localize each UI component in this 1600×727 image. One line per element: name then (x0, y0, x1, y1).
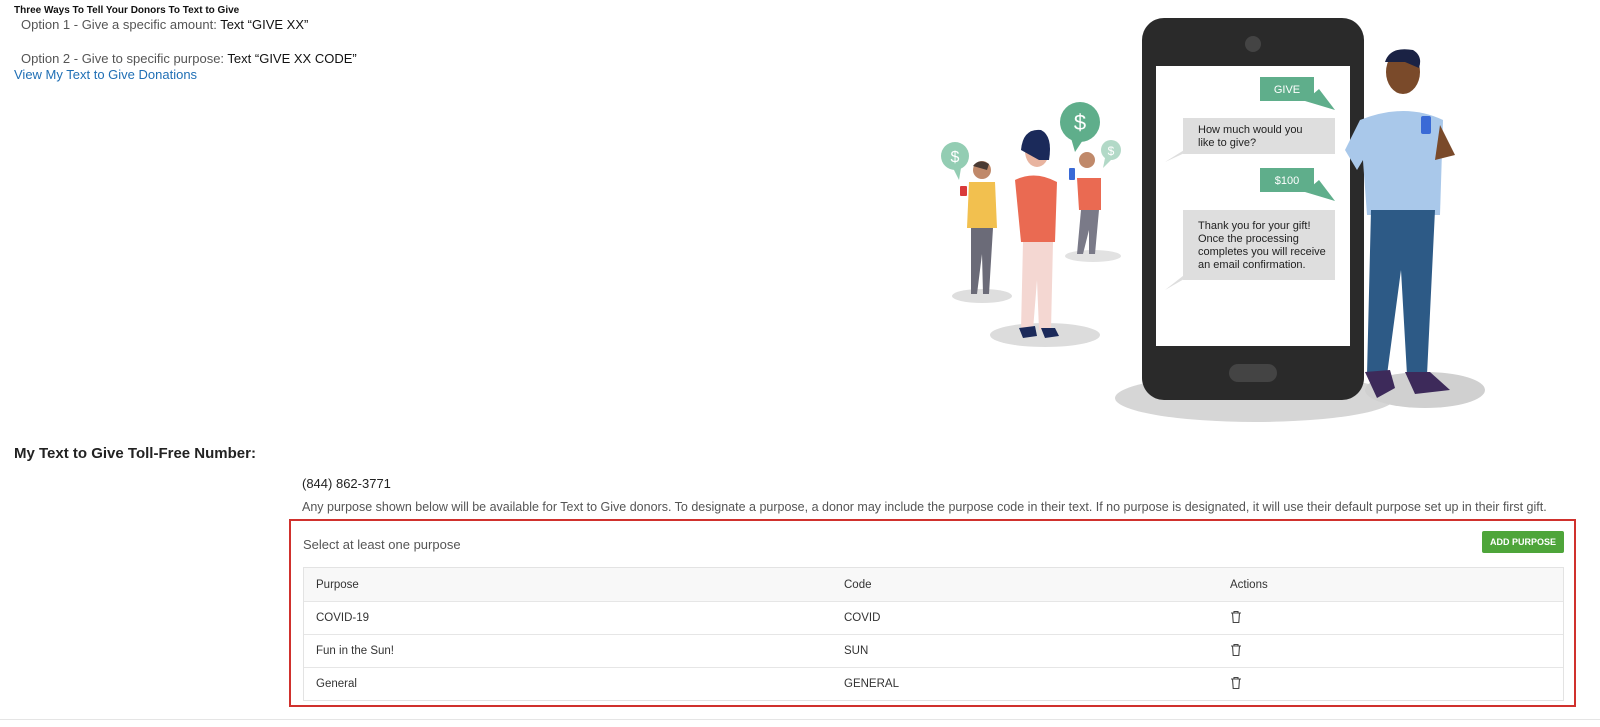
bubble-question-line2: like to give? (1198, 137, 1256, 149)
bubble-thanks-line2: Once the processing (1198, 233, 1299, 245)
table-row: General GENERAL (304, 667, 1563, 700)
table-row: COVID-19 COVID (304, 601, 1563, 634)
table-header-row: Purpose Code Actions (304, 568, 1563, 601)
text-to-give-illustration: GIVE How much would you like to give? $1… (941, 18, 1485, 422)
bubble-question-line1: How much would you (1198, 124, 1303, 136)
bubble-amount-text: $100 (1275, 175, 1299, 187)
purpose-table: Purpose Code Actions COVID-19 COVID Fun … (303, 567, 1564, 701)
row-code: GENERAL (844, 678, 899, 690)
right-person-figure (1077, 152, 1101, 254)
row-code: COVID (844, 612, 881, 624)
option-2-keyword: Text “GIVE XX CODE” (227, 51, 357, 66)
row-actions (1230, 610, 1563, 627)
phone-home-button (1229, 364, 1277, 382)
header-purpose: Purpose (316, 578, 359, 591)
tollfree-number: (844) 862-3771 (302, 476, 391, 491)
bottom-divider (0, 719, 1600, 720)
purpose-panel: Select at least one purpose ADD PURPOSE … (289, 519, 1576, 707)
option-1-prefix: Option 1 - Give a specific amount: (21, 17, 221, 32)
table-row: Fun in the Sun! SUN (304, 634, 1563, 667)
option-1-keyword: Text “GIVE XX” (220, 17, 309, 32)
option-2-text: Option 2 - Give to specific purpose: Tex… (21, 51, 357, 66)
intro-title: Three Ways To Tell Your Donors To Text t… (14, 5, 240, 16)
option-2-prefix: Option 2 - Give to specific purpose: (21, 51, 228, 66)
dollar-icon: $ (1060, 102, 1100, 152)
row-purpose: COVID-19 (316, 612, 370, 624)
bubble-thanks-line1: Thank you for your gift! (1198, 220, 1311, 232)
row-code: SUN (844, 645, 869, 657)
left-person-figure (960, 161, 997, 294)
trash-icon[interactable] (1230, 676, 1242, 690)
trash-icon[interactable] (1230, 643, 1242, 657)
svg-text:$: $ (1108, 144, 1115, 158)
row-actions (1230, 676, 1563, 693)
trash-icon[interactable] (1230, 610, 1242, 624)
row-purpose: General (316, 678, 357, 690)
phone-screen (1156, 66, 1350, 346)
row-actions (1230, 643, 1563, 660)
tollfree-label: My Text to Give Toll-Free Number: (14, 445, 256, 462)
dollar-icon-small-right: $ (1101, 140, 1121, 168)
shadow-left-person (952, 289, 1012, 303)
select-purpose-label: Select at least one purpose (303, 537, 461, 552)
bubble-give-text: GIVE (1274, 84, 1300, 96)
phone-camera (1245, 36, 1261, 52)
header-code: Code (844, 578, 872, 591)
bubble-thanks-line4: an email confirmation. (1198, 259, 1306, 271)
svg-text:$: $ (1074, 110, 1086, 135)
dollar-icon-small-left: $ (941, 142, 969, 180)
add-purpose-button[interactable]: ADD PURPOSE (1481, 531, 1564, 553)
bubble-thanks-line3: completes you will receive (1198, 246, 1326, 258)
header-actions: Actions (1230, 578, 1268, 591)
row-purpose: Fun in the Sun! (316, 645, 394, 657)
woman-figure (1015, 129, 1075, 338)
svg-text:$: $ (951, 149, 960, 166)
view-donations-link[interactable]: View My Text to Give Donations (14, 67, 197, 82)
option-1-text: Option 1 - Give a specific amount: Text … (21, 17, 308, 32)
purpose-description: Any purpose shown below will be availabl… (302, 500, 1547, 514)
